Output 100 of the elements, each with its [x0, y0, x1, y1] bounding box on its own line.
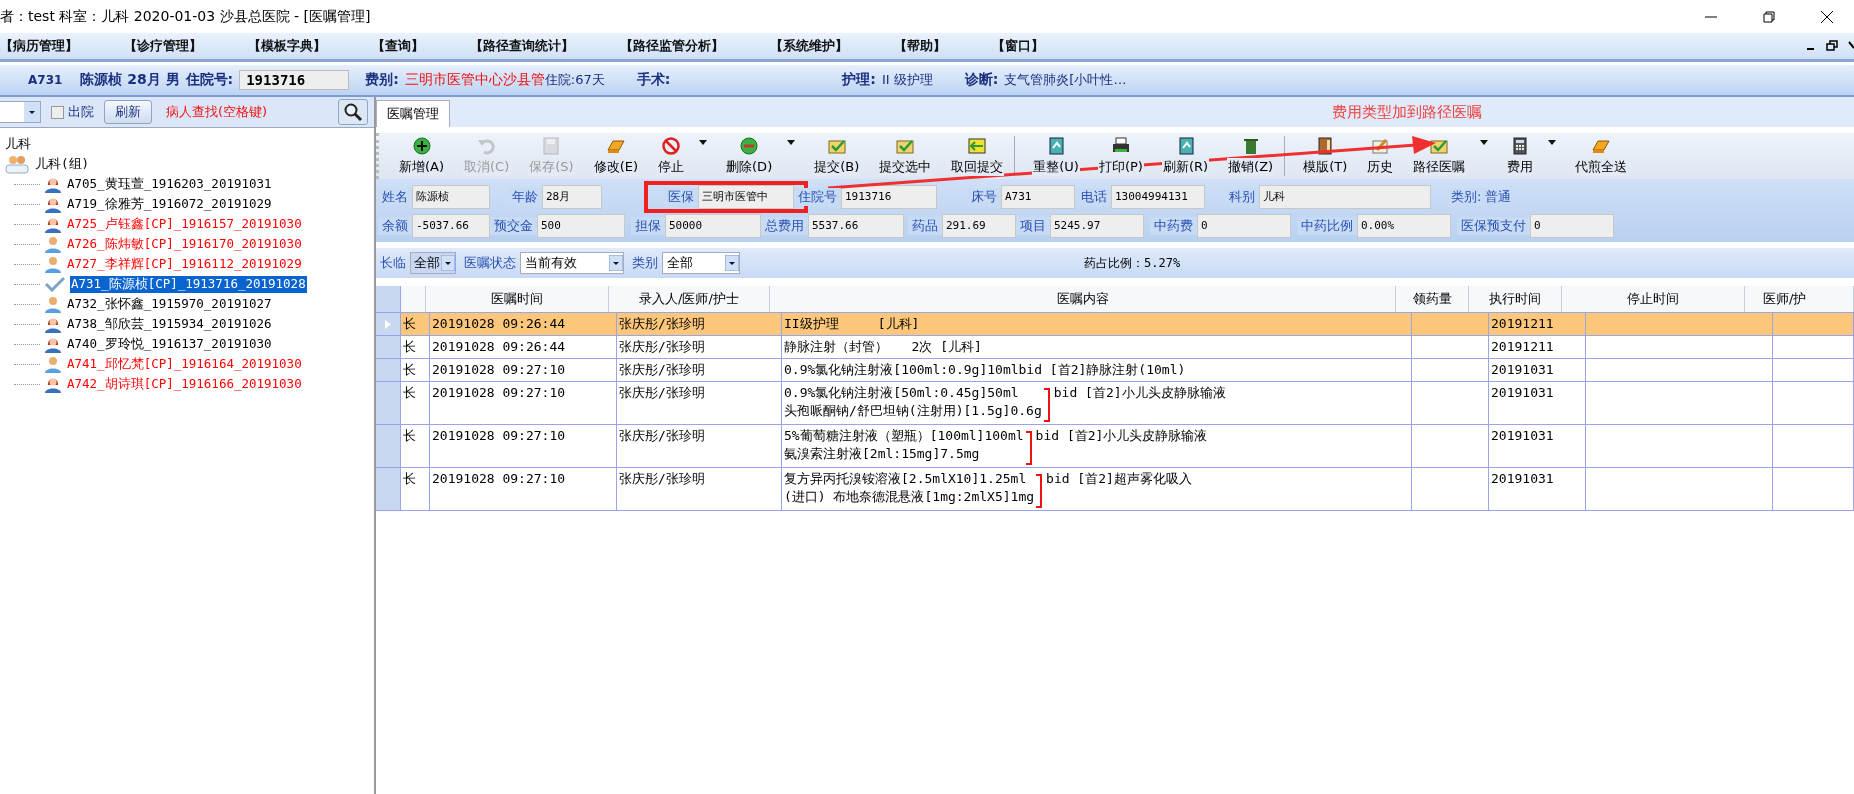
- order-line: (进口) 布地奈德混悬液[1mg:2mlX5]1mg: [784, 488, 1035, 506]
- restore-icon[interactable]: [1762, 9, 1776, 24]
- menu-item[interactable]: 【帮助】: [894, 37, 946, 55]
- info-field: 0: [1197, 214, 1291, 238]
- toolbar-button[interactable]: 代煎全送: [1565, 136, 1638, 176]
- tree-item[interactable]: A705_黄珏萱_1916203_20191031: [66, 175, 273, 193]
- toolbar-button[interactable]: 修改(E): [583, 136, 649, 176]
- search-button[interactable]: [338, 99, 368, 125]
- column-header[interactable]: 停止时间: [1562, 286, 1745, 312]
- menu-item[interactable]: 【模板字典】: [248, 37, 326, 55]
- stop-icon: [660, 136, 683, 156]
- info-field: 1913716: [841, 185, 937, 209]
- order-line: 0.9%氯化钠注射液[50ml:0.45g]50ml: [784, 384, 1020, 402]
- tree-item[interactable]: A741_邱忆梵[CP]_1916164_20191030: [66, 355, 303, 373]
- table-cell: 长: [401, 382, 430, 424]
- order-line: 5%葡萄糖注射液（塑瓶）[100ml]100ml: [784, 427, 1024, 445]
- menu-item[interactable]: 【路径查询统计】: [470, 37, 574, 55]
- menu-item[interactable]: 【路径监管分析】: [620, 37, 724, 55]
- doctors-icon: [4, 154, 30, 174]
- order-usage: bid [首2]小儿头皮静脉输液: [1053, 384, 1226, 402]
- column-header[interactable]: 领药量: [1396, 286, 1469, 312]
- info-field: 5537.66: [808, 214, 904, 238]
- filter-label: 医嘱状态: [464, 254, 516, 272]
- restore-icon[interactable]: [1826, 40, 1838, 51]
- filter-dropdown[interactable]: 全部: [662, 252, 740, 274]
- menu-item[interactable]: 【查询】: [372, 37, 424, 55]
- toolbar-button[interactable]: 历史: [1357, 136, 1404, 176]
- close-icon[interactable]: [1848, 40, 1854, 51]
- tree-item[interactable]: A732_张怀鑫_1915970_20191027: [66, 295, 273, 313]
- dropdown-arrow-icon: [699, 140, 708, 145]
- toolbar-button[interactable]: 模版(T): [1293, 136, 1358, 176]
- toolbar-button[interactable]: 提交选中: [869, 136, 942, 176]
- admission-field: 1913716: [239, 70, 350, 90]
- info-field: 291.69: [942, 214, 1016, 238]
- tree-item[interactable]: A742_胡诗琪[CP]_1916166_20191030: [66, 375, 303, 393]
- tree-item[interactable]: A719_徐雅芳_1916072_20191029: [66, 195, 273, 213]
- info-field: 28月: [542, 185, 602, 209]
- column-header[interactable]: 录入人/医师/护士: [609, 286, 770, 312]
- column-header[interactable]: 医嘱时间: [426, 286, 609, 312]
- column-header[interactable]: 医嘱内容: [770, 286, 1396, 312]
- field-label: 年龄: [508, 188, 542, 206]
- tree-item[interactable]: A738_邹欣芸_1915934_20191026: [66, 315, 273, 333]
- info-field: 0: [1530, 214, 1614, 238]
- person-icon: [44, 294, 62, 314]
- menu-item[interactable]: 【病历管理】: [0, 37, 78, 55]
- toolbar-button[interactable]: 打印(P): [1088, 136, 1153, 176]
- toolbar-button[interactable]: 撤销(Z): [1218, 136, 1286, 176]
- tab[interactable]: 医嘱管理: [376, 100, 450, 127]
- tree-item[interactable]: A740_罗玲悦_1916137_20191030: [66, 335, 273, 353]
- refresh-button[interactable]: 刷新: [104, 100, 152, 124]
- field-value: 普通: [1485, 188, 1512, 206]
- order-line: II级护理 [儿科]: [784, 315, 920, 333]
- menu-item[interactable]: 【诊疗管理】: [124, 37, 202, 55]
- tree-item[interactable]: 儿科(组): [34, 155, 91, 173]
- drug-ratio: 药占比例：5.27%: [1084, 254, 1181, 272]
- table-cell: 张庆彤/张珍明: [617, 382, 782, 424]
- field-label: 住院号: [794, 188, 841, 206]
- field-label: 类别:: [1447, 188, 1486, 206]
- info-field: 50000: [665, 214, 761, 238]
- admission-label: 住院号:: [185, 71, 234, 89]
- discharged-checkbox[interactable]: 出院: [51, 103, 94, 121]
- table-cell: 20191031: [1489, 425, 1586, 467]
- toolbar-button[interactable]: 刷新(R): [1152, 136, 1219, 176]
- row-header[interactable]: [376, 313, 401, 335]
- column-header[interactable]: 医师/护: [1745, 286, 1854, 312]
- toolbar-button[interactable]: 删除(D): [716, 136, 805, 176]
- tree-item[interactable]: A725_卢钰鑫[CP]_1916157_20191030: [66, 215, 303, 233]
- tree-item[interactable]: A726_陈炜敏[CP]_1916170_20191030: [66, 235, 303, 253]
- nursing-level: II 级护理: [881, 71, 933, 89]
- toolbar-button[interactable]: 新增(A): [389, 136, 455, 176]
- filter-dropdown[interactable]: 全部: [410, 252, 456, 274]
- tree-item[interactable]: A731_陈源桢[CP]_1913716_20191028: [70, 275, 307, 293]
- order-line: 氨溴索注射液[2ml:15mg]7.5mg: [784, 445, 981, 463]
- toolbar-button[interactable]: 费用: [1497, 136, 1566, 176]
- menu-item[interactable]: 【窗口】: [992, 37, 1044, 55]
- field-label: 担保: [631, 217, 665, 235]
- bracket-mark: [1025, 431, 1032, 465]
- field-label: 中药费: [1150, 217, 1197, 235]
- menu-item[interactable]: 【系统维护】: [770, 37, 848, 55]
- undo-icon: [475, 136, 498, 156]
- field-label: 电话: [1077, 188, 1111, 206]
- order-line: 静脉注射（封管） 2次 [儿科]: [784, 338, 982, 356]
- toolbar-button[interactable]: 取回提交: [941, 136, 1016, 176]
- toolbar-button[interactable]: 重整(U): [1023, 136, 1089, 176]
- tree-item[interactable]: 儿科: [4, 135, 32, 153]
- field-label: 总费用: [761, 217, 808, 235]
- order-line: 复方异丙托溴铵溶液[2.5mlX10]1.25ml: [784, 470, 1028, 488]
- nursing-label: 护理:: [842, 71, 876, 89]
- close-icon[interactable]: [1820, 9, 1834, 24]
- patient-name: 陈源桢 28月 男: [80, 71, 180, 89]
- check-icon: [44, 276, 66, 292]
- order-line: 0.9%氯化钠注射液[100ml:0.9g]10mlbid [首2]静脉注射(10ml): [784, 361, 1186, 379]
- column-header[interactable]: 执行时间: [1469, 286, 1562, 312]
- toolbar-button[interactable]: 提交(B): [804, 136, 870, 176]
- filter-dropdown[interactable]: 当前有效: [520, 252, 624, 274]
- dropdown-arrow-icon: [1548, 140, 1557, 145]
- table-cell: 20191028 09:27:10: [430, 359, 617, 381]
- ward-dropdown[interactable]: [0, 101, 41, 123]
- toolbar-button[interactable]: 停止: [648, 136, 717, 176]
- tree-item[interactable]: A727_李祥辉[CP]_1916112_20191029: [66, 255, 303, 273]
